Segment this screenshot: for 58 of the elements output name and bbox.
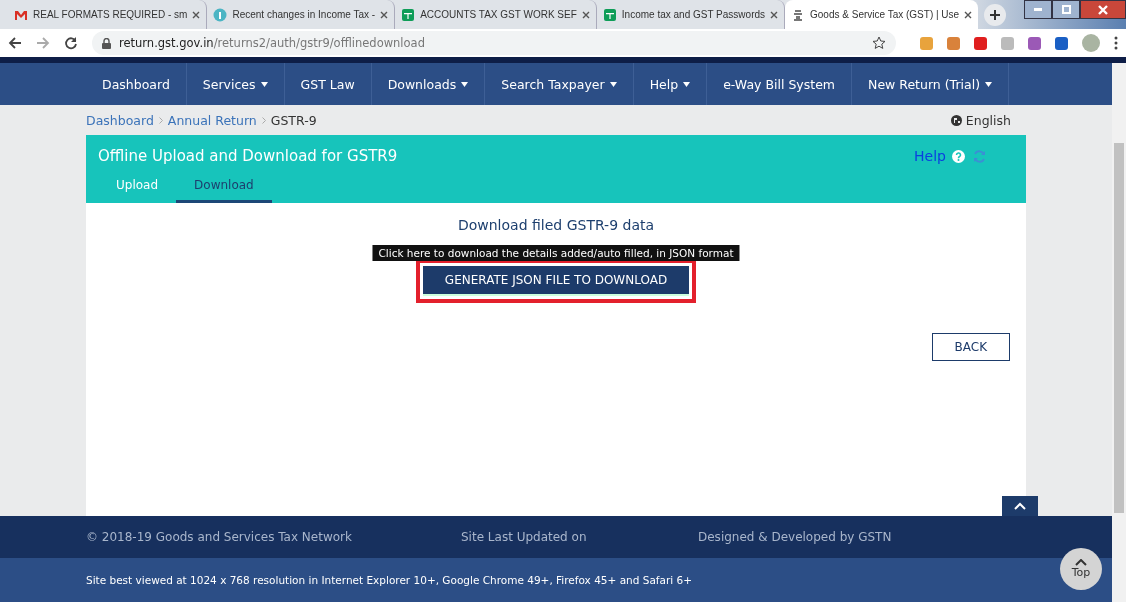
address-bar[interactable]: return.gst.gov.in/returns2/auth/gstr9/offlinedownload xyxy=(92,31,896,55)
developer-credit: Designed & Developed by GSTN xyxy=(698,530,893,544)
close-icon[interactable] xyxy=(192,10,201,19)
browser-note: Site best viewed at 1024 x 768 resolution in Internet Explorer 10+, Google Chrome 49+, Firefox 45+ and Safari 6+ xyxy=(86,574,693,586)
close-window-button[interactable] xyxy=(1080,0,1126,19)
close-icon[interactable] xyxy=(581,10,590,19)
extension-icon[interactable] xyxy=(974,36,987,50)
back-button[interactable]: BACK xyxy=(931,333,1010,361)
close-icon[interactable] xyxy=(964,10,973,19)
close-icon[interactable] xyxy=(380,10,389,19)
back-arrow-icon[interactable] xyxy=(8,36,22,50)
url-text: return.gst.gov.in/returns2/auth/gstr9/offlinedownload xyxy=(119,36,425,50)
menu-icon[interactable] xyxy=(1114,36,1118,50)
chevron-right-icon xyxy=(158,116,163,124)
chevron-up-icon xyxy=(1014,502,1026,510)
nav-item[interactable]: e-Way Bill System xyxy=(707,63,853,105)
minimize-button[interactable] xyxy=(1024,0,1052,19)
current-page-label: GSTR-9 xyxy=(270,112,317,128)
language-selector[interactable]: English xyxy=(965,112,1011,128)
nav-item[interactable]: Downloads xyxy=(371,63,486,105)
scrollbar[interactable] xyxy=(1112,63,1126,602)
nav-item[interactable]: Help xyxy=(633,63,708,105)
tab-favicon-icon xyxy=(213,7,228,22)
last-updated-text: Site Last Updated on xyxy=(461,530,588,544)
extension-icon[interactable] xyxy=(1028,36,1041,50)
nav-item[interactable]: New Return (Trial) xyxy=(852,63,1010,105)
nav-item[interactable]: Services xyxy=(186,63,285,105)
extension-icon[interactable] xyxy=(1055,36,1068,50)
tooltip: Click here to download the details added/auto filled, in JSON format xyxy=(372,245,740,261)
nav-item[interactable]: GST Law xyxy=(284,63,372,105)
extension-icon[interactable] xyxy=(947,36,960,50)
breadcrumb-link[interactable]: Dashboard xyxy=(86,112,154,128)
close-icon[interactable] xyxy=(770,10,779,19)
new-tab-button[interactable] xyxy=(984,4,1007,26)
panel-title: Offline Upload and Download for GSTR9 xyxy=(98,147,398,165)
lock-icon xyxy=(102,37,111,49)
restore-icon xyxy=(1061,5,1071,14)
nav-item[interactable]: Dashboard xyxy=(86,63,187,105)
close-icon xyxy=(1098,4,1108,15)
tab-favicon-icon xyxy=(602,7,617,22)
top-button[interactable]: Top xyxy=(1060,548,1102,590)
star-icon[interactable] xyxy=(872,36,886,50)
scroll-up-button[interactable] xyxy=(1002,496,1038,516)
breadcrumb-link[interactable]: Annual Return xyxy=(167,112,257,128)
nav-item[interactable]: Search Taxpayer xyxy=(485,63,634,105)
generate-json-button[interactable]: GENERATE JSON FILE TO DOWNLOAD xyxy=(422,266,690,296)
restore-button[interactable] xyxy=(1052,0,1080,19)
copyright-text: © 2018-19 Goods and Services Tax Network xyxy=(86,530,353,544)
reload-icon[interactable] xyxy=(64,36,78,50)
chevron-up-icon xyxy=(1075,559,1087,566)
minimize-icon xyxy=(1034,8,1042,11)
plus-icon xyxy=(990,10,1001,20)
scrollbar-thumb[interactable] xyxy=(1114,143,1124,513)
section-heading: Download filed GSTR-9 data xyxy=(457,217,655,233)
chevron-right-icon xyxy=(261,116,266,124)
browser-tab[interactable]: Goods & Service Tax (GST) | Use xyxy=(785,0,979,29)
tab-favicon-icon xyxy=(401,7,416,22)
globe-icon xyxy=(950,114,962,126)
